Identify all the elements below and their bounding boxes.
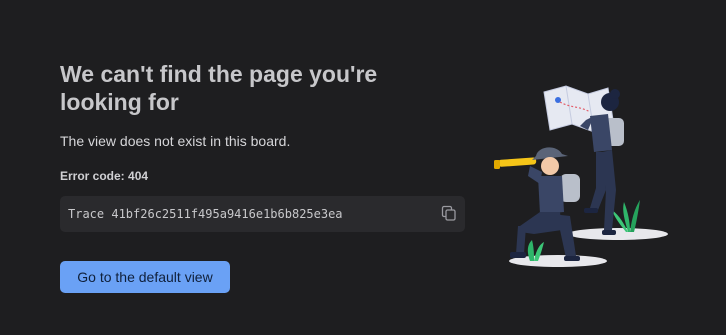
page-title: We can't find the page you're looking fo… bbox=[60, 61, 378, 115]
copy-icon[interactable] bbox=[441, 205, 457, 221]
error-content: We can't find the page you're looking fo… bbox=[60, 60, 465, 232]
explorers-illustration bbox=[490, 80, 675, 270]
trace-text: Trace 41bf26c2511f495a9416e1b6b825e3ea bbox=[68, 207, 343, 221]
go-to-default-view-button[interactable]: Go to the default view bbox=[60, 261, 230, 293]
trace-box: Trace 41bf26c2511f495a9416e1b6b825e3ea bbox=[60, 196, 465, 232]
page-subtitle: The view does not exist in this board. bbox=[60, 133, 291, 149]
error-code: Error code: 404 bbox=[60, 169, 149, 183]
